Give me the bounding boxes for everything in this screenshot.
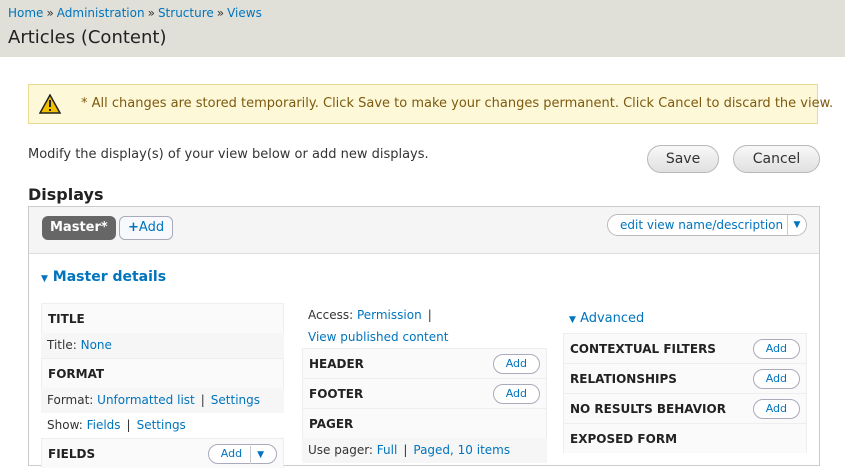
warning-message: * All changes are stored temporarily. Cl…	[28, 84, 833, 124]
title-label: Title:	[47, 338, 77, 352]
format-label: Format:	[47, 393, 94, 407]
intro-text: Modify the display(s) of your view below…	[28, 147, 429, 162]
section-pager-heading: PAGER	[309, 417, 354, 431]
access-permission-row: View published content	[302, 328, 547, 348]
no-results-heading: NO RESULTS BEHAVIOR	[570, 402, 726, 416]
section-format-heading: FORMAT	[48, 367, 105, 381]
section-footer-heading: FOOTER	[309, 387, 364, 401]
show-value-link[interactable]: Fields	[87, 418, 121, 432]
column-advanced: ▼ Advanced CONTEXTUAL FILTERS Add RELATIO…	[563, 303, 807, 453]
advanced-toggle[interactable]: ▼ Advanced	[563, 303, 807, 333]
header-add-button[interactable]: Add	[492, 354, 540, 374]
fields-add-label: Add	[220, 447, 243, 460]
plus-icon: +	[128, 220, 139, 235]
fields-add-button[interactable]: Add ▼	[207, 444, 277, 464]
format-settings-link[interactable]: Settings	[211, 393, 260, 407]
exposed-form-heading: EXPOSED FORM	[570, 432, 678, 446]
section-contextual-filters: CONTEXTUAL FILTERS Add	[563, 333, 807, 363]
page-header: Home» Administration» Structure» Views Arti…	[0, 0, 845, 57]
column-middle: Access: Permission | View published conte…	[302, 303, 547, 463]
section-exposed-form: EXPOSED FORM	[563, 423, 807, 453]
chevron-down-icon[interactable]: ▼	[787, 215, 806, 235]
contextual-filters-heading: CONTEXTUAL FILTERS	[570, 342, 716, 356]
master-details-label: Master details	[52, 269, 167, 285]
title-row: Title: None	[41, 333, 284, 358]
relationships-heading: RELATIONSHIPS	[570, 372, 677, 386]
pager-label: Use pager:	[308, 443, 373, 457]
column-basic: TITLE Title: None FORMAT Format: Unforma…	[41, 303, 284, 468]
warning-text: * All changes are stored temporarily. Cl…	[81, 96, 834, 111]
show-label: Show:	[47, 418, 83, 432]
section-title: TITLE	[41, 303, 284, 333]
master-details-toggle[interactable]: ▼ Master details	[41, 269, 166, 285]
section-header-heading: HEADER	[309, 357, 364, 371]
warning-triangle-icon	[39, 94, 61, 114]
breadcrumb: Home» Administration» Structure» Views	[8, 6, 262, 20]
section-format: FORMAT	[41, 358, 284, 388]
section-header: HEADER Add	[302, 348, 547, 378]
section-pager: PAGER	[302, 408, 547, 438]
display-tabs-bar: Master* +Add edit view name/description …	[29, 207, 819, 254]
title-value-link[interactable]: None	[81, 338, 112, 352]
add-display-label: Add	[138, 220, 165, 235]
breadcrumb-structure[interactable]: Structure	[158, 6, 214, 20]
breadcrumb-separator: »	[216, 6, 225, 20]
section-no-results: NO RESULTS BEHAVIOR Add	[563, 393, 807, 423]
edit-view-label: edit view name/description	[620, 218, 784, 232]
displays-heading: Displays	[28, 185, 104, 204]
breadcrumb-administration[interactable]: Administration	[57, 6, 145, 20]
advanced-label: Advanced	[580, 311, 645, 326]
access-value-link[interactable]: Permission	[357, 308, 422, 322]
format-value-link[interactable]: Unformatted list	[97, 393, 195, 407]
displays-panel: Master* +Add edit view name/description …	[28, 206, 820, 468]
breadcrumb-home[interactable]: Home	[8, 6, 43, 20]
breadcrumb-views[interactable]: Views	[227, 6, 262, 20]
cancel-button[interactable]: Cancel	[733, 145, 820, 173]
contextual-filters-add-button[interactable]: Add	[752, 339, 800, 359]
footer-add-button[interactable]: Add	[492, 384, 540, 404]
section-title-heading: TITLE	[48, 312, 85, 326]
section-relationships: RELATIONSHIPS Add	[563, 363, 807, 393]
format-row: Format: Unformatted list | Settings	[41, 388, 284, 413]
pager-full-link[interactable]: Full	[377, 443, 398, 457]
access-label: Access:	[308, 308, 354, 322]
show-settings-link[interactable]: Settings	[137, 418, 186, 432]
section-fields-heading: FIELDS	[48, 447, 96, 461]
chevron-down-icon: ▼	[569, 315, 576, 325]
add-display-button[interactable]: +Add	[119, 216, 174, 240]
relationships-add-button[interactable]: Add	[752, 369, 800, 389]
chevron-down-icon[interactable]: ▼	[250, 446, 264, 464]
chevron-down-icon: ▼	[41, 274, 48, 284]
save-button[interactable]: Save	[647, 145, 719, 173]
no-results-add-button[interactable]: Add	[752, 399, 800, 419]
edit-view-name-button[interactable]: edit view name/description ▼	[607, 214, 807, 236]
section-footer: FOOTER Add	[302, 378, 547, 408]
tab-master[interactable]: Master*	[42, 216, 116, 240]
pager-items-link[interactable]: Paged, 10 items	[413, 443, 510, 457]
breadcrumb-separator: »	[46, 6, 54, 20]
pager-row: Use pager: Full | Paged, 10 items	[302, 438, 547, 463]
access-permission-link[interactable]: View published content	[308, 330, 448, 344]
page-title: Articles (Content)	[8, 27, 167, 48]
access-row: Access: Permission |	[302, 303, 547, 328]
breadcrumb-separator: »	[147, 6, 155, 20]
section-fields: FIELDS Add ▼	[41, 438, 284, 468]
show-row: Show: Fields | Settings	[41, 413, 284, 438]
